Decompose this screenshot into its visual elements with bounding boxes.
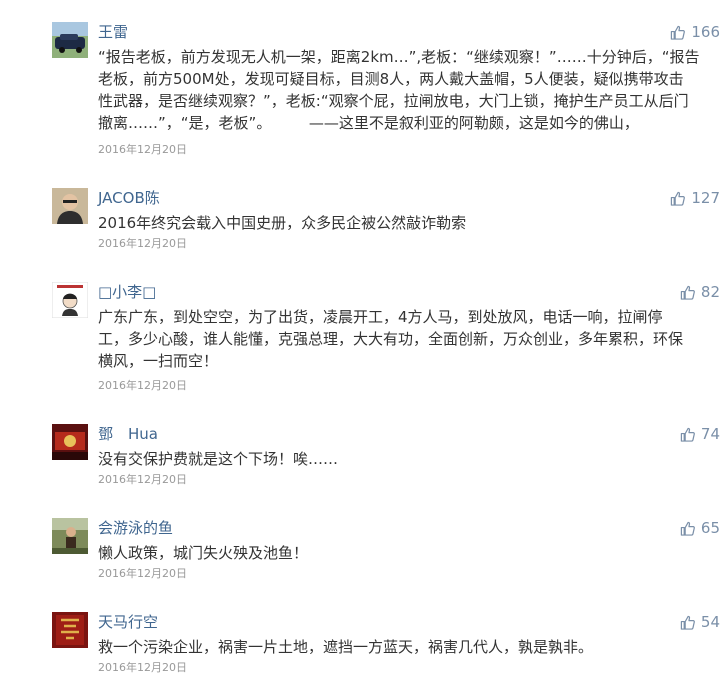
comment-text: 没有交保护费就是这个下场！唉…… — [98, 450, 339, 468]
avatar[interactable] — [52, 282, 88, 318]
thumbs-up-icon — [680, 521, 695, 536]
comment-date: 2016年12月20日 — [98, 143, 187, 156]
comment-text: 2016年终究会载入中国史册，众多民企被公然敲诈勒索 — [98, 214, 467, 232]
comment-text: 懒人政策，城门失火殃及池鱼！ — [98, 544, 309, 562]
like-button[interactable]: 74 — [680, 424, 720, 444]
username[interactable]: □小李□ — [98, 282, 156, 302]
avatar[interactable] — [52, 518, 88, 554]
like-count: 65 — [700, 519, 720, 537]
thumbs-up-icon — [670, 25, 686, 40]
comment-date: 2016年12月20日 — [98, 237, 187, 250]
avatar[interactable] — [52, 22, 88, 58]
comment-text: “报告老板，前方发现无人机一架，距离2km…”,老板：“继续观察！”……十分钟后… — [98, 48, 700, 132]
avatar[interactable] — [52, 188, 88, 224]
comment-date: 2016年12月20日 — [98, 473, 187, 486]
comment-text: 救一个污染企业，祸害一片土地，遮挡一方蓝天，祸害几代人，孰是孰非。 — [98, 638, 594, 656]
thumbs-up-icon — [680, 285, 695, 300]
avatar[interactable] — [52, 424, 88, 460]
avatar[interactable] — [52, 612, 88, 648]
like-button[interactable]: 166 — [670, 22, 720, 42]
username[interactable]: 会游泳的鱼 — [98, 518, 173, 538]
username[interactable]: 天马行空 — [98, 612, 158, 632]
like-count: 166 — [691, 23, 720, 41]
comment-date: 2016年12月20日 — [98, 661, 187, 674]
thumbs-up-icon — [680, 427, 695, 442]
like-count: 74 — [700, 425, 720, 443]
username[interactable]: 鄧 Hua — [98, 424, 158, 444]
comment-list: 王雷 166 “报告老板，前方发现无人机一架，距离2km…”,老板：“继续观察！… — [0, 0, 726, 686]
thumbs-up-icon — [670, 191, 686, 206]
comment-date: 2016年12月20日 — [98, 379, 187, 392]
like-count: 127 — [691, 189, 720, 207]
like-count: 82 — [700, 283, 720, 301]
like-button[interactable]: 127 — [670, 188, 720, 208]
comment-text: 广东广东，到处空空，为了出货，凌晨开工，4方人马，到处放风，电话一响，拉闸停 工… — [98, 308, 684, 370]
like-button[interactable]: 82 — [680, 282, 720, 302]
like-count: 54 — [700, 613, 720, 631]
like-button[interactable]: 54 — [680, 612, 720, 632]
comment-date: 2016年12月20日 — [98, 567, 187, 580]
like-button[interactable]: 65 — [680, 518, 720, 538]
username[interactable]: JACOB陈 — [98, 188, 160, 208]
username[interactable]: 王雷 — [98, 22, 128, 42]
thumbs-up-icon — [680, 615, 695, 630]
